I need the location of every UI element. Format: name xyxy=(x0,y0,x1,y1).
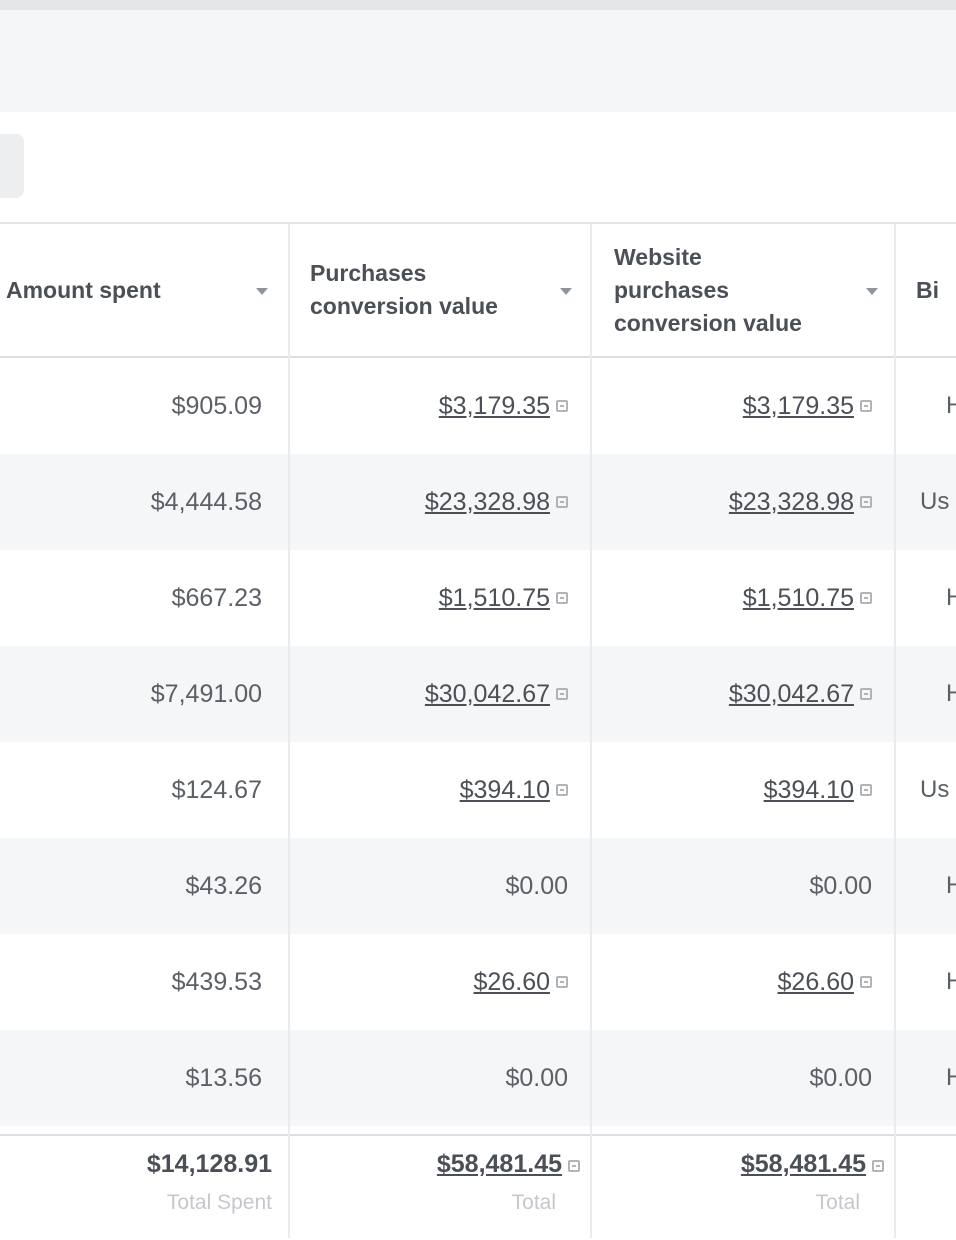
website-purchases-value-cell: $0.00 xyxy=(809,1063,872,1092)
bid-cell: H xyxy=(946,584,956,611)
sort-caret-icon[interactable] xyxy=(560,288,572,295)
bid-cell: H xyxy=(946,968,956,995)
value-link[interactable]: $26.60 xyxy=(474,968,550,997)
total-value: $14,128.91 xyxy=(146,1150,272,1178)
website-purchases-value-cell: $394.10 xyxy=(592,742,872,838)
purchases-value-cell: $23,328.98 xyxy=(292,454,568,550)
total-website-purchases-value: $58,481.45 Total xyxy=(592,1150,884,1215)
column-header-label: Website purchases conversion value xyxy=(614,243,802,336)
purchases-value-cell: $30,042.67 xyxy=(292,646,568,742)
top-toolbar-area xyxy=(0,0,956,112)
website-purchases-value-cell: $1,510.75 xyxy=(592,550,872,646)
breakdown-icon[interactable] xyxy=(556,496,568,508)
table-row[interactable]: $7,491.00 $30,042.67 $30,042.67 H xyxy=(0,646,956,742)
bid-cell: H xyxy=(946,680,956,707)
breakdown-icon[interactable] xyxy=(860,592,872,604)
column-header-label: Purchases conversion value xyxy=(310,260,498,319)
breakdown-icon[interactable] xyxy=(556,688,568,700)
value-link[interactable]: $30,042.67 xyxy=(425,680,550,709)
column-header-website-purchases-conversion-value[interactable]: Website purchases conversion value xyxy=(614,224,884,356)
purchases-value-cell: $394.10 xyxy=(292,742,568,838)
website-purchases-value-cell: $23,328.98 xyxy=(592,454,872,550)
breakdown-icon[interactable] xyxy=(556,592,568,604)
purchases-value-cell: $26.60 xyxy=(292,934,568,1030)
top-border xyxy=(0,0,956,10)
toolbar-button[interactable] xyxy=(0,134,24,198)
amount-spent-cell: $124.67 xyxy=(171,775,262,804)
value-link[interactable]: $1,510.75 xyxy=(743,584,854,613)
table-row[interactable]: $905.09 $3,179.35 $3,179.35 H xyxy=(0,358,956,454)
total-value: $58,481.45 xyxy=(592,1150,884,1179)
column-header-bid[interactable]: Bi xyxy=(916,224,956,356)
value-link[interactable]: $58,481.45 xyxy=(437,1150,562,1178)
breakdown-icon[interactable] xyxy=(860,976,872,988)
amount-spent-cell: $43.26 xyxy=(185,871,262,900)
table-row[interactable]: $439.53 $26.60 $26.60 H xyxy=(0,934,956,1030)
total-caption: Total xyxy=(815,1191,860,1214)
website-purchases-value-cell: $0.00 xyxy=(809,871,872,900)
total-caption: Total Spent xyxy=(166,1191,272,1214)
total-value: $58,481.45 xyxy=(292,1150,580,1179)
total-caption: Total xyxy=(511,1191,556,1214)
bid-cell: H xyxy=(946,392,956,419)
value-link[interactable]: $394.10 xyxy=(764,776,854,805)
value-link[interactable]: $394.10 xyxy=(460,776,550,805)
breakdown-icon[interactable] xyxy=(556,976,568,988)
value-link[interactable]: $23,328.98 xyxy=(425,488,550,517)
ads-data-table: Amount spent Purchases conversion value … xyxy=(0,224,956,1240)
bid-cell: Us xyxy=(920,488,950,515)
value-link[interactable]: $58,481.45 xyxy=(741,1150,866,1178)
table-row[interactable]: $124.67 $394.10 $394.10 Us xyxy=(0,742,956,838)
totals-row: $14,128.91 Total Spent $58,481.45 Total … xyxy=(0,1134,956,1240)
website-purchases-value-cell: $30,042.67 xyxy=(592,646,872,742)
amount-spent-cell: $905.09 xyxy=(171,391,262,420)
column-divider xyxy=(288,224,290,1238)
value-link[interactable]: $3,179.35 xyxy=(743,392,854,421)
website-purchases-value-cell: $3,179.35 xyxy=(592,358,872,454)
column-header-label: Amount spent xyxy=(6,276,161,303)
table-row[interactable]: $667.23 $1,510.75 $1,510.75 H xyxy=(0,550,956,646)
amount-spent-cell: $7,491.00 xyxy=(150,679,262,708)
value-link[interactable]: $3,179.35 xyxy=(439,392,550,421)
purchases-value-cell: $0.00 xyxy=(505,871,568,900)
bid-cell: Us xyxy=(920,776,950,803)
breakdown-icon[interactable] xyxy=(568,1160,580,1172)
breakdown-icon[interactable] xyxy=(860,496,872,508)
amount-spent-cell: $439.53 xyxy=(171,967,262,996)
amount-spent-cell: $667.23 xyxy=(171,583,262,612)
breakdown-icon[interactable] xyxy=(860,688,872,700)
breakdown-icon[interactable] xyxy=(556,400,568,412)
value-link[interactable]: $26.60 xyxy=(778,968,854,997)
bid-cell: H xyxy=(946,1064,956,1091)
breakdown-icon[interactable] xyxy=(860,400,872,412)
value-link[interactable]: $1,510.75 xyxy=(439,584,550,613)
purchases-value-cell: $3,179.35 xyxy=(292,358,568,454)
purchases-value-cell: $0.00 xyxy=(505,1063,568,1092)
breakdown-icon[interactable] xyxy=(556,784,568,796)
column-header-amount-spent[interactable]: Amount spent xyxy=(6,224,276,356)
breakdown-icon[interactable] xyxy=(860,784,872,796)
table-toolbar xyxy=(0,112,956,222)
value-link[interactable]: $23,328.98 xyxy=(729,488,854,517)
column-divider xyxy=(894,224,896,1238)
amount-spent-cell: $13.56 xyxy=(185,1063,262,1092)
total-amount-spent: $14,128.91 Total Spent xyxy=(0,1150,272,1215)
sort-caret-icon[interactable] xyxy=(866,288,878,295)
website-purchases-value-cell: $26.60 xyxy=(592,934,872,1030)
bid-cell: H xyxy=(946,872,956,899)
table-row[interactable]: $13.56 $0.00 $0.00 H xyxy=(0,1030,956,1126)
sort-caret-icon[interactable] xyxy=(256,288,268,295)
column-divider xyxy=(590,224,592,1238)
table-row[interactable]: $4,444.58 $23,328.98 $23,328.98 Us xyxy=(0,454,956,550)
breakdown-icon[interactable] xyxy=(872,1160,884,1172)
column-header-purchases-conversion-value[interactable]: Purchases conversion value xyxy=(310,224,580,356)
purchases-value-cell: $1,510.75 xyxy=(292,550,568,646)
table-row[interactable]: $43.26 $0.00 $0.00 H xyxy=(0,838,956,934)
column-header-label: Bi xyxy=(916,276,939,303)
amount-spent-cell: $4,444.58 xyxy=(150,487,262,516)
value-link[interactable]: $30,042.67 xyxy=(729,680,854,709)
total-purchases-value: $58,481.45 Total xyxy=(292,1150,580,1215)
